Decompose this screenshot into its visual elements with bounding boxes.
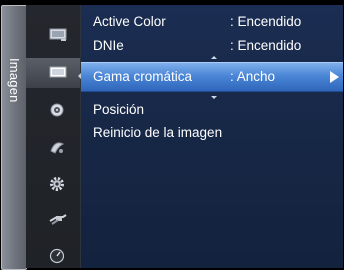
category-tab: Imagen	[1, 5, 27, 270]
menu-item-posicion[interactable]: Posición	[81, 99, 343, 121]
scroll-up-icon	[211, 56, 217, 59]
picture-icon[interactable]	[26, 58, 80, 88]
menu-item-label: Gama cromática	[93, 69, 193, 84]
menu-item-reinicio-imagen[interactable]: Reinicio de la imagen	[81, 122, 343, 144]
menu-icon-rail	[26, 5, 81, 268]
menu-item-label: Posición	[93, 102, 145, 117]
menu-item-label: DNIe	[93, 38, 124, 53]
category-title: Imagen	[7, 58, 22, 103]
submenu-arrow-icon	[330, 71, 339, 83]
menu-item-value: : Ancho	[230, 69, 276, 84]
input-plug-icon[interactable]	[26, 205, 80, 235]
picture-settings-icon[interactable]	[26, 21, 80, 51]
menu-item-dnie[interactable]: DNIe : Encendido	[81, 35, 343, 57]
support-dial-icon[interactable]	[26, 241, 80, 270]
channel-icon[interactable]	[26, 132, 80, 162]
tv-osd-menu: Imagen Active Color: Encendido DNIe: E…	[0, 0, 344, 270]
menu-item-value: : Encendido	[230, 38, 302, 53]
menu-item-active-color[interactable]: Active Color : Encendido	[81, 11, 343, 33]
sound-icon[interactable]	[26, 95, 80, 125]
setup-gear-icon[interactable]	[26, 169, 80, 199]
menu-item-value: : Encendido	[230, 14, 302, 29]
menu-item-label: Active Color	[93, 14, 166, 29]
menu-item-label: Reinicio de la imagen	[93, 125, 223, 140]
picture-menu-panel: Active Color : Encendido DNIe : Encendid…	[81, 5, 343, 268]
menu-item-gama-cromatica[interactable]: Gama cromática : Ancho	[81, 62, 343, 92]
